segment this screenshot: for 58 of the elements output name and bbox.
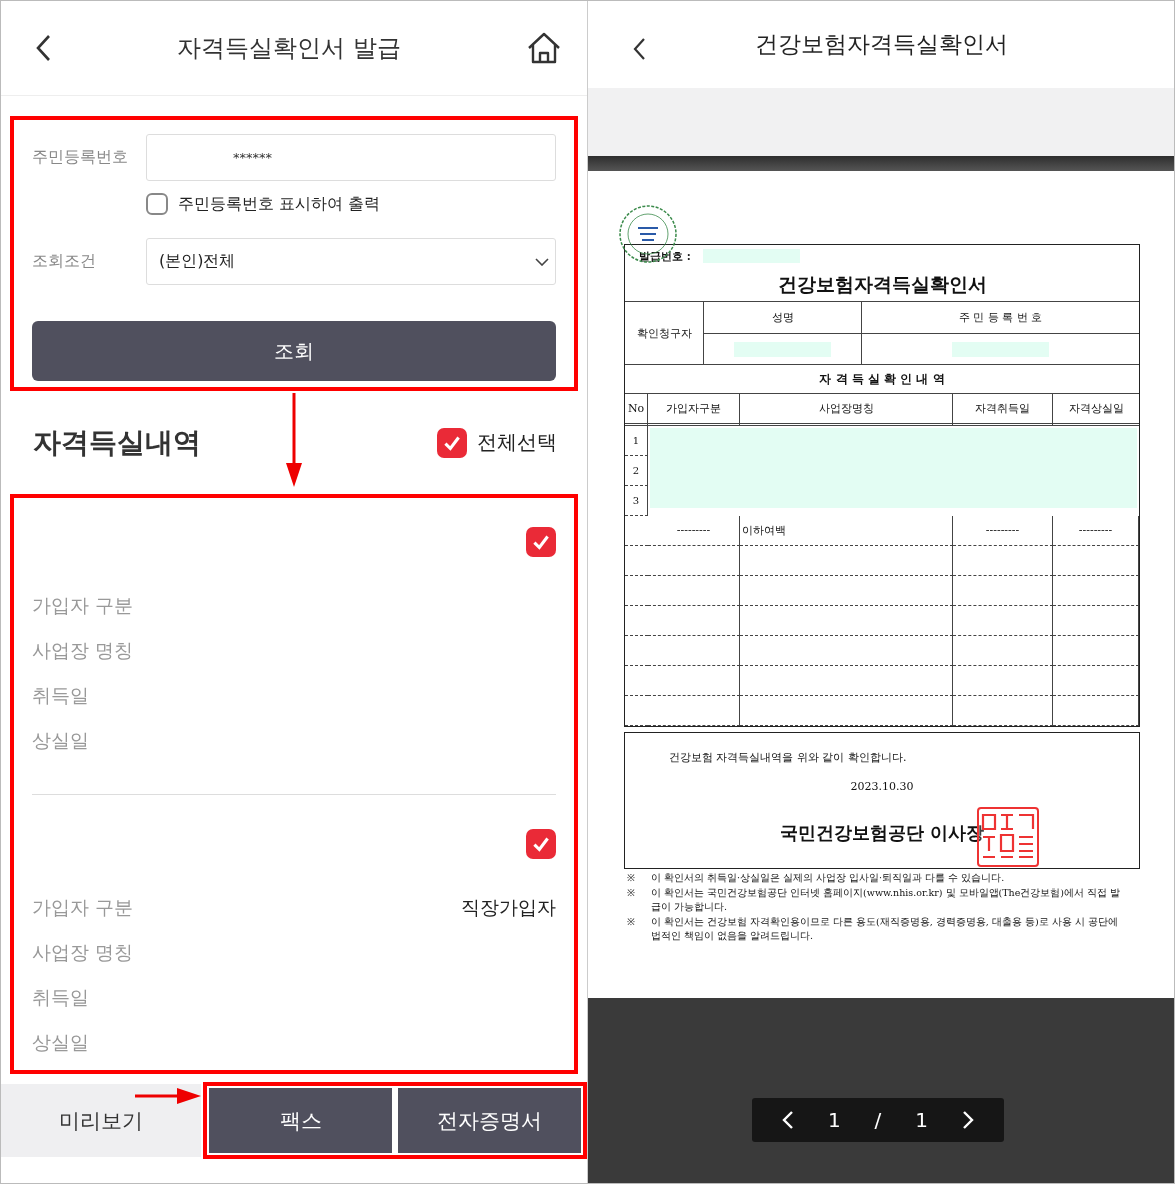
row-number: 2: [625, 456, 648, 486]
home-icon[interactable]: [527, 32, 561, 64]
field-label: 가입자 구분: [32, 592, 134, 618]
input-field[interactable]: ******: [146, 134, 556, 181]
note-text: 이 확인서는 건강보험 자격확인용이므로 다른 용도(재직증명용, 경력증명용, 대출용 등)로 사용 시 공단에 법적인 책임이 없음을 알려드립니다.: [651, 914, 1119, 943]
field-label: 가입자 구분: [32, 894, 134, 920]
row-number: 1: [625, 426, 648, 456]
table-cell: 확인청구자: [625, 302, 704, 364]
table-cell: ---------: [953, 516, 1053, 546]
field-label: 사업장 명칭: [32, 939, 134, 965]
action-button[interactable]: 팩스: [209, 1088, 392, 1153]
field-label: 주민등록번호: [32, 147, 129, 168]
note-mark: ※: [626, 885, 636, 900]
checkbox[interactable]: [146, 193, 168, 215]
chevron-down-icon: [535, 258, 549, 266]
dropdown[interactable]: (본인)전체: [146, 238, 556, 285]
screen-title: 자격득실확인서 발급: [177, 33, 401, 64]
screen-title: 건강보험자격득실확인서: [754, 30, 1008, 59]
table-cell: ---------: [1053, 516, 1139, 546]
document-title: 건강보험자격득실확인서: [625, 267, 1139, 302]
page-separator: /: [874, 1108, 882, 1132]
page-total: 1: [915, 1108, 929, 1132]
field-label: 조회조건: [32, 251, 97, 272]
checkbox-label: 전체선택: [477, 429, 557, 456]
field-label: 상실일: [32, 727, 89, 753]
checkbox[interactable]: [437, 427, 467, 458]
section-title: 자격득실내역: [33, 424, 201, 461]
row-number: 3: [625, 486, 648, 516]
table-header: 주 민 등 록 번 호: [862, 302, 1139, 334]
field-label: 취득일: [32, 984, 89, 1010]
table-header: No: [625, 394, 648, 426]
note-text: 이 확인서는 국민건강보험공단 인터넷 홈페이지(www.nhis.or.kr) 및 모바일앱(The건강보험)에서 직접 발급이 가능합니다.: [651, 885, 1121, 914]
field-label: 상실일: [32, 1029, 89, 1055]
back-icon[interactable]: [632, 37, 646, 61]
next-icon[interactable]: [961, 1110, 974, 1130]
checkbox-label: 주민등록번호 표시하여 출력: [178, 193, 381, 215]
table-header: 성명: [704, 302, 862, 334]
query-button[interactable]: 조회: [32, 321, 556, 381]
checkbox[interactable]: [526, 527, 556, 557]
note-text: 이 확인서의 취득일·상실일은 실제의 사업장 입사일·퇴직일과 다를 수 있습니다.: [651, 871, 1006, 885]
annotation-arrow: [135, 1086, 201, 1106]
issue-date: 2023.10.30: [849, 780, 915, 793]
note-mark: ※: [626, 871, 636, 885]
field-label: 사업장 명칭: [32, 637, 134, 663]
issue-number-label: 발급번호 :: [639, 248, 691, 264]
previous-icon[interactable]: [782, 1110, 794, 1130]
back-icon[interactable]: [35, 34, 51, 62]
checkbox[interactable]: [526, 829, 556, 859]
field-value: 직장가입자: [461, 894, 556, 920]
statement-text: 건강보험 자격득실내역을 위와 같이 확인합니다.: [669, 750, 908, 765]
table-cell: ---------: [648, 516, 740, 546]
preview-button[interactable]: 미리보기: [1, 1084, 201, 1157]
action-button[interactable]: 전자증명서: [398, 1088, 581, 1153]
section-title: 자 격 득 실 확 인 내 역: [625, 365, 1139, 394]
note-mark: ※: [626, 914, 636, 929]
page-number: 1: [827, 1108, 841, 1132]
field-label: 취득일: [32, 682, 89, 708]
table-cell: 이하여백: [740, 516, 953, 546]
